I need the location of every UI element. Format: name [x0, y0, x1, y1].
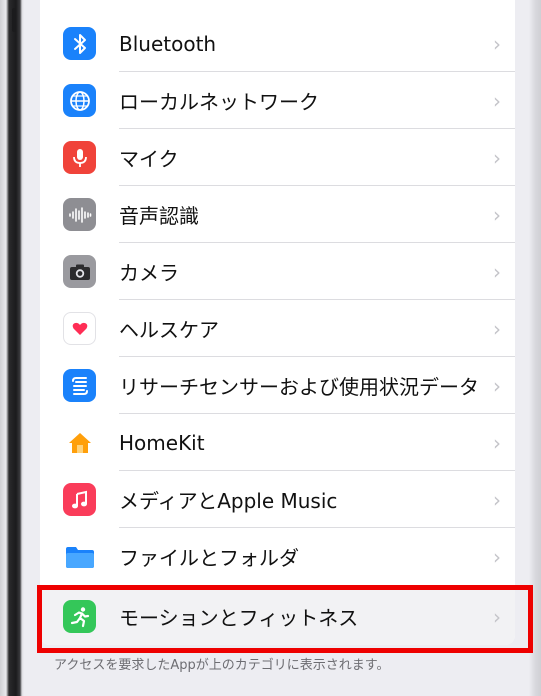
row-label: メディアとApple Music [119, 489, 338, 513]
chevron-right-icon: › [493, 373, 501, 398]
chevron-right-icon: › [493, 259, 501, 284]
settings-row-local-network[interactable]: ローカルネットワーク › [40, 72, 515, 129]
settings-row-speech-recognition[interactable]: 音声認識 › [40, 186, 515, 243]
chevron-right-icon: › [493, 31, 501, 56]
chevron-right-icon: › [493, 202, 501, 227]
settings-row-research-sensor[interactable]: リサーチセンサーおよび使用状況データ › [40, 357, 515, 414]
settings-row-microphone[interactable]: マイク › [40, 129, 515, 186]
chevron-right-icon: › [493, 88, 501, 113]
chevron-right-icon: › [493, 544, 501, 569]
device-bezel [0, 0, 24, 696]
music-note-icon [63, 483, 96, 516]
row-label: ファイルとフォルダ [119, 546, 299, 570]
footer-note: アクセスを要求したAppが上のカテゴリに表示されます。 [54, 658, 390, 673]
globe-icon [63, 84, 96, 117]
chevron-right-icon: › [493, 487, 501, 512]
home-icon [63, 426, 96, 459]
research-icon [63, 369, 96, 402]
row-label: カメラ [119, 261, 179, 285]
folder-icon [63, 540, 96, 573]
settings-row-camera[interactable]: カメラ › [40, 243, 515, 300]
highlight-box [37, 585, 533, 653]
settings-row-homekit[interactable]: HomeKit › [40, 414, 515, 471]
camera-icon [63, 255, 96, 288]
row-label: Bluetooth [119, 31, 217, 56]
settings-row-health[interactable]: ヘルスケア › [40, 300, 515, 357]
side-button [12, 8, 16, 32]
row-label: ヘルスケア [119, 318, 219, 342]
row-label: リサーチセンサーおよび使用状況データ [119, 375, 479, 399]
row-label: マイク [119, 147, 179, 171]
chevron-right-icon: › [493, 145, 501, 170]
row-label: ローカルネットワーク [119, 90, 319, 114]
bluetooth-icon [63, 27, 96, 60]
chevron-right-icon: › [493, 316, 501, 341]
row-label: HomeKit [119, 430, 205, 455]
heart-icon [63, 312, 96, 345]
settings-row-files-folders[interactable]: ファイルとフォルダ › [40, 528, 515, 585]
microphone-icon [63, 141, 96, 174]
settings-row-bluetooth[interactable]: Bluetooth › [40, 15, 515, 72]
row-label: 音声認識 [119, 204, 199, 228]
settings-group: Bluetooth › ローカルネットワーク › マイク › 音声認識 › カメ… [40, 0, 515, 645]
chevron-right-icon: › [493, 430, 501, 455]
waveform-icon [63, 198, 96, 231]
settings-row-media-apple-music[interactable]: メディアとApple Music › [40, 471, 515, 528]
